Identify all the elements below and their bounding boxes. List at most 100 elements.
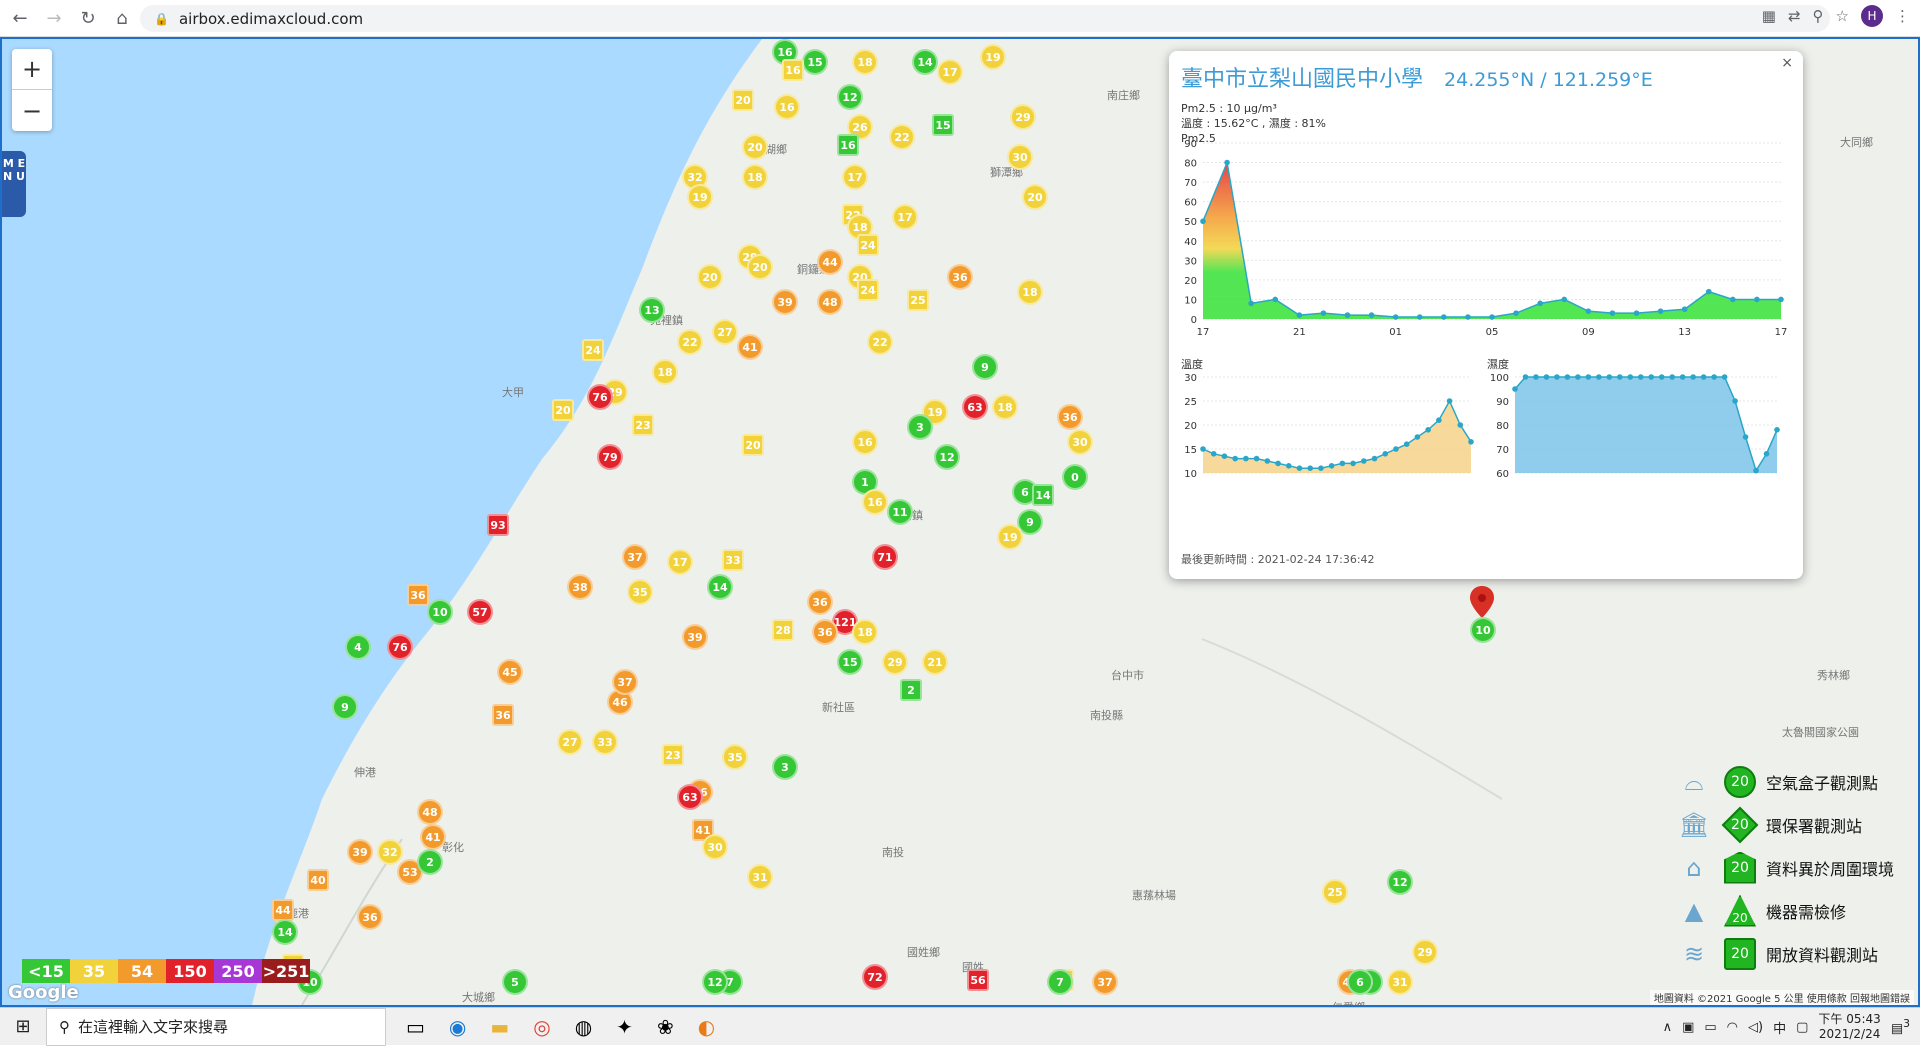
zoom-icon[interactable]: ⚲ — [1813, 7, 1824, 25]
station-marker[interactable]: 40 — [307, 869, 329, 891]
station-marker[interactable]: 9 — [972, 354, 998, 380]
app-icon[interactable]: ❀ — [657, 1015, 674, 1039]
station-marker[interactable]: 21 — [922, 649, 948, 675]
station-marker[interactable]: 14 — [912, 49, 938, 75]
file-explorer-icon[interactable]: ▬ — [490, 1015, 509, 1039]
station-marker[interactable]: 16 — [837, 134, 859, 156]
station-marker[interactable]: 24 — [582, 339, 604, 361]
zoom-out-button[interactable]: − — [12, 90, 52, 131]
qr-icon[interactable]: ▦ — [1762, 7, 1776, 25]
station-marker[interactable]: 22 — [889, 124, 915, 150]
system-clock[interactable]: 下午 05:43 2021/2/24 — [1818, 1012, 1880, 1042]
station-marker[interactable]: 93 — [487, 514, 509, 536]
station-marker[interactable]: 25 — [1322, 879, 1348, 905]
station-marker[interactable]: 79 — [597, 444, 623, 470]
station-marker[interactable]: 48 — [817, 289, 843, 315]
map-view[interactable]: + − M E N U 南庄鄉大同鄉獅潭鄉西湖鄉銅鑼鄉苑裡鎮卓蘭鎮大甲台中市新社… — [0, 37, 1920, 1007]
station-marker[interactable]: 35 — [722, 744, 748, 770]
station-marker[interactable]: 36 — [807, 589, 833, 615]
station-marker[interactable]: 35 — [627, 579, 653, 605]
station-marker[interactable]: 36 — [947, 264, 973, 290]
close-icon[interactable]: × — [1781, 55, 1793, 71]
station-marker[interactable]: 20 — [697, 264, 723, 290]
windows-start-icon[interactable]: ⊞ — [0, 1016, 46, 1037]
station-marker[interactable]: 20 — [552, 399, 574, 421]
station-marker[interactable]: 36 — [407, 584, 429, 606]
station-marker[interactable]: 24 — [857, 279, 879, 301]
volume-icon[interactable]: ◁) — [1748, 1020, 1763, 1035]
home-icon[interactable]: ⌂ — [108, 4, 136, 32]
station-marker[interactable]: 29 — [1412, 939, 1438, 965]
station-marker[interactable]: 27 — [712, 319, 738, 345]
station-marker[interactable]: 16 — [774, 94, 800, 120]
station-marker[interactable]: 48 — [417, 799, 443, 825]
station-marker[interactable]: 27 — [557, 729, 583, 755]
station-marker[interactable]: 57 — [467, 599, 493, 625]
task-view-icon[interactable]: ▭ — [406, 1015, 425, 1039]
station-marker[interactable]: 13 — [639, 297, 665, 323]
station-marker[interactable]: 22 — [677, 329, 703, 355]
menu-tab[interactable]: M E N U — [2, 151, 26, 217]
station-marker[interactable]: 20 — [742, 134, 768, 160]
ime-icon[interactable]: ▢ — [1796, 1020, 1808, 1035]
station-marker[interactable]: 30 — [1007, 144, 1033, 170]
station-marker[interactable]: 37 — [612, 669, 638, 695]
network-icon[interactable]: ▣ — [1682, 1020, 1694, 1035]
station-marker[interactable]: 30 — [702, 834, 728, 860]
wifi-icon[interactable]: ◠ — [1727, 1020, 1738, 1035]
station-marker[interactable]: 18 — [852, 49, 878, 75]
map-attribution[interactable]: 地圖資料 ©2021 Google 5 公里 使用條款 回報地圖錯誤 — [1649, 990, 1914, 1005]
app-icon[interactable]: ◐ — [698, 1015, 715, 1039]
station-marker[interactable]: 33 — [592, 729, 618, 755]
station-marker[interactable]: 25 — [907, 289, 929, 311]
station-marker[interactable]: 18 — [852, 619, 878, 645]
station-marker[interactable]: 23 — [662, 744, 684, 766]
station-marker[interactable]: 3 — [907, 414, 933, 440]
station-marker[interactable]: 12 — [934, 444, 960, 470]
address-bar[interactable]: 🔒 airbox.edimaxcloud.com — [140, 5, 1830, 32]
station-marker[interactable]: 41 — [737, 334, 763, 360]
station-marker[interactable]: 15 — [802, 49, 828, 75]
station-marker[interactable]: 76 — [387, 634, 413, 660]
station-marker[interactable]: 33 — [722, 549, 744, 571]
chrome-icon[interactable]: ◎ — [533, 1015, 550, 1039]
location-pin-icon[interactable] — [1469, 586, 1495, 618]
star-icon[interactable]: ☆ — [1836, 7, 1849, 25]
station-marker[interactable]: 4 — [345, 634, 371, 660]
station-marker[interactable]: 36 — [357, 904, 383, 930]
station-marker[interactable]: 14 — [272, 919, 298, 945]
station-marker[interactable]: 44 — [272, 899, 294, 921]
station-marker[interactable]: 41 — [420, 824, 446, 850]
station-marker[interactable]: 16 — [852, 429, 878, 455]
station-marker[interactable]: 31 — [747, 864, 773, 890]
selected-station-marker[interactable]: 10 — [1470, 617, 1496, 643]
app-icon[interactable]: ◍ — [575, 1015, 592, 1039]
station-marker[interactable]: 44 — [817, 249, 843, 275]
station-marker[interactable]: 11 — [887, 499, 913, 525]
station-marker[interactable]: 12 — [1387, 869, 1413, 895]
station-marker[interactable]: 28 — [772, 619, 794, 641]
station-marker[interactable]: 22 — [867, 329, 893, 355]
station-marker[interactable]: 23 — [632, 414, 654, 436]
station-marker[interactable]: 12 — [702, 969, 728, 995]
station-marker[interactable]: 37 — [1092, 969, 1118, 995]
station-marker[interactable]: 29 — [1010, 104, 1036, 130]
reload-icon[interactable]: ↻ — [74, 4, 102, 32]
back-icon[interactable]: ← — [6, 4, 34, 32]
station-marker[interactable]: 17 — [842, 164, 868, 190]
station-marker[interactable]: 17 — [667, 549, 693, 575]
station-marker[interactable]: 63 — [677, 784, 703, 810]
input-lang[interactable]: 中 — [1773, 1018, 1786, 1037]
station-marker[interactable]: 15 — [837, 649, 863, 675]
chevron-up-icon[interactable]: ∧ — [1663, 1020, 1673, 1035]
station-marker[interactable]: 12 — [837, 84, 863, 110]
station-marker[interactable]: 63 — [962, 394, 988, 420]
station-marker[interactable]: 17 — [937, 59, 963, 85]
station-marker[interactable]: 37 — [622, 544, 648, 570]
profile-avatar[interactable]: H — [1861, 5, 1883, 27]
station-marker[interactable]: 32 — [377, 839, 403, 865]
station-marker[interactable]: 39 — [772, 289, 798, 315]
station-marker[interactable]: 18 — [992, 394, 1018, 420]
station-marker[interactable]: 0 — [1062, 464, 1088, 490]
station-marker[interactable]: 19 — [997, 524, 1023, 550]
